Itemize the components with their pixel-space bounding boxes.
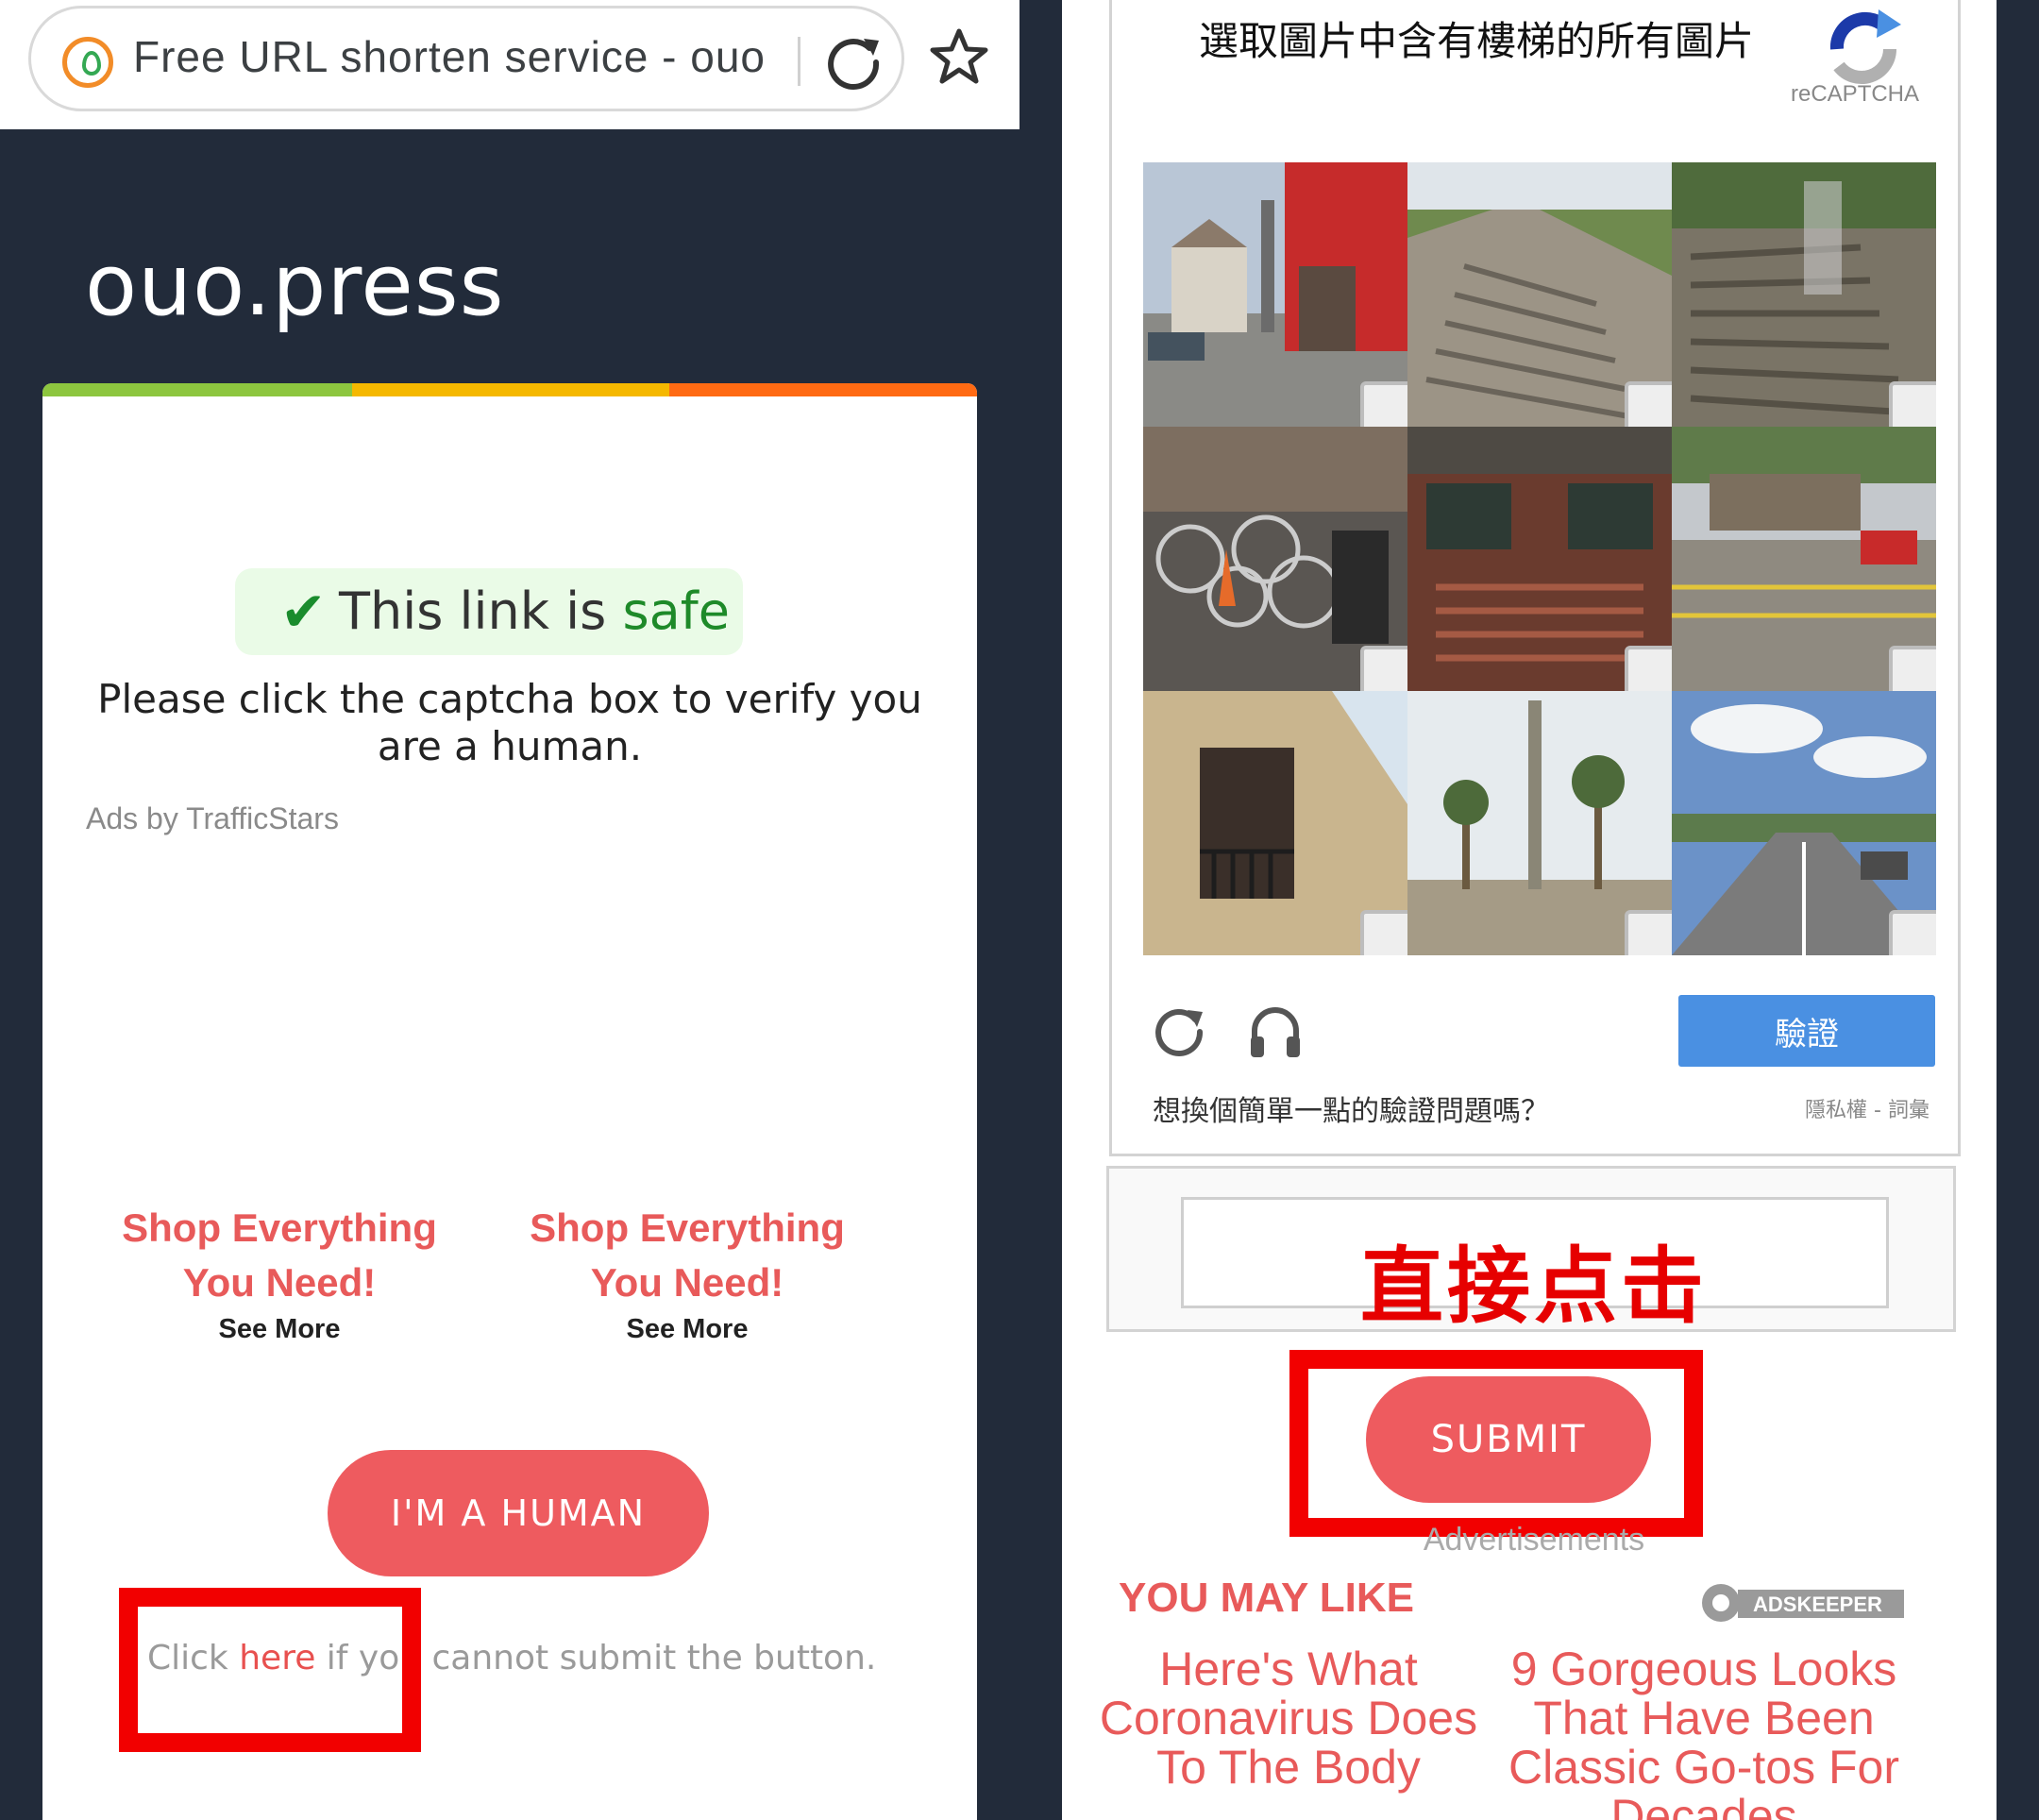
captcha-instruction: 選取圖片中含有樓梯的所有圖片 xyxy=(1199,18,1755,64)
tile-checkbox[interactable] xyxy=(1625,910,1672,955)
ad-title-line1[interactable]: Shop Everything xyxy=(91,1201,468,1255)
card-color-bar xyxy=(42,383,977,396)
ad-tile[interactable]: Shop Everything You Need! See More xyxy=(91,1201,468,1345)
annotation-text: 直接点击 xyxy=(1359,1238,1708,1335)
headphones-icon[interactable] xyxy=(1247,1003,1304,1059)
tile-checkbox[interactable] xyxy=(1360,646,1407,691)
advertisements-label: Advertisements xyxy=(1423,1522,1645,1558)
safe-badge-text: This link is safe xyxy=(339,581,730,641)
right-screenshot: 選取圖片中含有樓梯的所有圖片 reCAPTCHA 驗證 想換個簡單一點的驗證問題… xyxy=(1062,0,2039,1820)
reload-icon[interactable] xyxy=(822,31,885,93)
ad-see-more-link[interactable]: See More xyxy=(498,1314,876,1345)
page-title-in-address-bar: Free URL shorten service - ouo xyxy=(133,32,767,81)
captcha-tile-road-intersection[interactable] xyxy=(1672,427,1936,691)
card-bar-segment-orange xyxy=(669,383,977,396)
captcha-tile-stairs-2[interactable] xyxy=(1672,162,1936,427)
recaptcha-challenge: 選取圖片中含有樓梯的所有圖片 reCAPTCHA 驗證 想換個簡單一點的驗證問題… xyxy=(1109,0,1961,1156)
ad-title-line1[interactable]: Shop Everything xyxy=(498,1201,876,1255)
links-separator: - xyxy=(1867,1099,1888,1122)
address-bar-divider xyxy=(798,37,800,86)
privacy-terms-links: 隱私權 - 詞彙 xyxy=(1805,1093,1929,1123)
card-bar-segment-green xyxy=(42,383,352,396)
address-bar[interactable]: Free URL shorten service - ouo xyxy=(28,6,904,111)
safe-badge-highlight: safe xyxy=(622,581,730,641)
terms-link[interactable]: 詞彙 xyxy=(1888,1099,1929,1122)
browser-toolbar: Free URL shorten service - ouo xyxy=(0,0,1020,129)
recaptcha-logo-icon xyxy=(1829,9,1901,84)
tile-checkbox[interactable] xyxy=(1889,910,1936,955)
site-favicon-icon xyxy=(62,37,113,88)
adskeeper-logo-icon[interactable]: ADSKEEPER xyxy=(1696,1576,1904,1633)
card-bar-segment-yellow xyxy=(352,383,669,396)
panel-divider xyxy=(1020,0,1062,1820)
left-screenshot: Free URL shorten service - ouo ouo.press… xyxy=(0,0,1020,1820)
site-name: ouo.press xyxy=(85,236,505,335)
checkmark-icon: ✔ xyxy=(280,580,327,644)
captcha-tile-street-corner[interactable] xyxy=(1143,162,1407,427)
you-may-like-heading: YOU MAY LIKE xyxy=(1119,1575,1414,1621)
verify-instruction: Please click the captcha box to verify y… xyxy=(97,676,922,769)
tile-checkbox[interactable] xyxy=(1625,381,1672,427)
story-link[interactable]: Here's What Coronavirus Does To The Body xyxy=(1090,1644,1487,1792)
captcha-tile-building-stairs[interactable] xyxy=(1407,427,1672,691)
ads-attribution: Ads by TrafficStars xyxy=(86,801,339,835)
captcha-tile-balcony-building[interactable] xyxy=(1143,691,1407,955)
captcha-verify-button[interactable]: 驗證 xyxy=(1678,995,1935,1067)
tile-checkbox[interactable] xyxy=(1360,910,1407,955)
captcha-tile-highway[interactable] xyxy=(1672,691,1936,955)
captcha-image-grid xyxy=(1143,162,1936,955)
safe-badge-prefix: This link is xyxy=(339,581,623,641)
captcha-tile-bicycles[interactable] xyxy=(1143,427,1407,691)
ad-title-line2[interactable]: You Need! xyxy=(91,1255,468,1310)
tile-checkbox[interactable] xyxy=(1625,646,1672,691)
tile-checkbox[interactable] xyxy=(1889,646,1936,691)
safe-link-badge: ✔ This link is safe xyxy=(235,568,743,655)
easier-challenge-link[interactable]: 想換個簡單一點的驗證問題嗎？ xyxy=(1153,1087,1549,1129)
annotation-highlight-box xyxy=(1289,1350,1703,1537)
annotation-highlight-box xyxy=(119,1588,421,1752)
ad-title-line2[interactable]: You Need! xyxy=(498,1255,876,1310)
recaptcha-brand-label: reCAPTCHA xyxy=(1791,81,1920,107)
ad-see-more-link[interactable]: See More xyxy=(91,1314,468,1345)
captcha-tile-stairs[interactable] xyxy=(1407,162,1672,427)
adskeeper-brand-text: ADSKEEPER xyxy=(1753,1592,1882,1616)
star-icon[interactable] xyxy=(929,26,989,87)
privacy-link[interactable]: 隱私權 xyxy=(1805,1099,1867,1122)
story-link[interactable]: 9 Gorgeous Looks That Have Been Classic … xyxy=(1506,1644,1902,1820)
tile-checkbox[interactable] xyxy=(1360,381,1407,427)
im-a-human-button[interactable]: I'M A HUMAN xyxy=(328,1450,709,1576)
captcha-tile-palm-trees[interactable] xyxy=(1407,691,1672,955)
tile-checkbox[interactable] xyxy=(1889,381,1936,427)
right-edge-background xyxy=(1997,0,2039,1820)
reload-icon[interactable] xyxy=(1152,1003,1208,1059)
ad-tile[interactable]: Shop Everything You Need! See More xyxy=(498,1201,876,1345)
